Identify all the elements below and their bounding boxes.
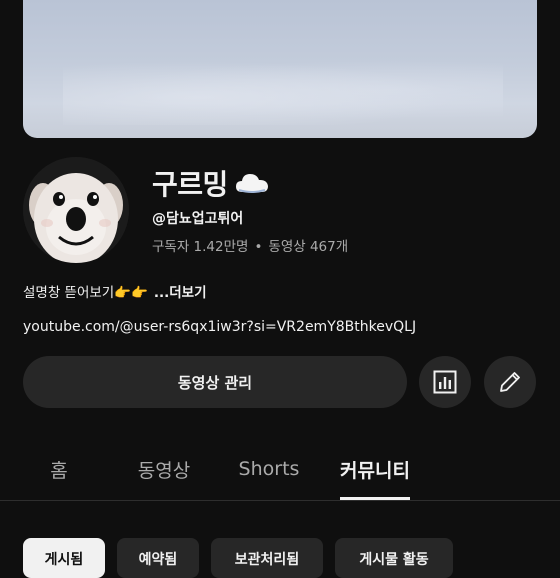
subscriber-count: 구독자 1.42만명: [152, 239, 249, 255]
channel-description[interactable]: 설명창 뜯어보기👉👉 ...더보기: [23, 281, 207, 301]
video-count: 동영상 467개: [268, 239, 349, 255]
stats-separator: •: [254, 239, 263, 255]
analytics-icon: [433, 370, 457, 394]
channel-avatar[interactable]: [23, 157, 129, 263]
description-text: 설명창 뜯어보기👉👉: [23, 285, 148, 301]
analytics-button[interactable]: [419, 356, 471, 408]
banner-sky: [63, 55, 503, 125]
channel-tabs: 홈 동영상 Shorts 커뮤니티: [0, 440, 560, 500]
more-link[interactable]: ...더보기: [154, 281, 207, 301]
chip-scheduled[interactable]: 예약됨: [117, 538, 199, 578]
avatar-image: [23, 157, 129, 263]
chip-post-activity[interactable]: 게시물 활동: [335, 538, 453, 578]
channel-name: 구르밍: [152, 168, 228, 201]
channel-stats: 구독자 1.42만명 • 동영상 467개: [152, 235, 348, 255]
channel-handle: @담뇨업고튀어: [152, 211, 244, 227]
channel-title-row: 구르밍: [152, 163, 270, 203]
edit-button[interactable]: [484, 356, 536, 408]
channel-banner: [23, 0, 537, 138]
cloud-icon: [235, 174, 268, 193]
tab-community[interactable]: 커뮤니티: [332, 440, 418, 498]
manage-videos-button[interactable]: 동영상 관리: [23, 356, 407, 408]
pencil-icon: [500, 372, 520, 392]
channel-link[interactable]: youtube.com/@user-rs6qx1iw3r?si=VR2emY8B…: [23, 319, 416, 335]
tab-shorts[interactable]: Shorts: [232, 440, 306, 498]
tab-home[interactable]: 홈: [28, 440, 90, 498]
chip-published[interactable]: 게시됨: [23, 538, 105, 578]
tabs-divider: [0, 500, 560, 501]
tab-videos[interactable]: 동영상: [128, 440, 200, 498]
chip-archived[interactable]: 보관처리됨: [211, 538, 323, 578]
